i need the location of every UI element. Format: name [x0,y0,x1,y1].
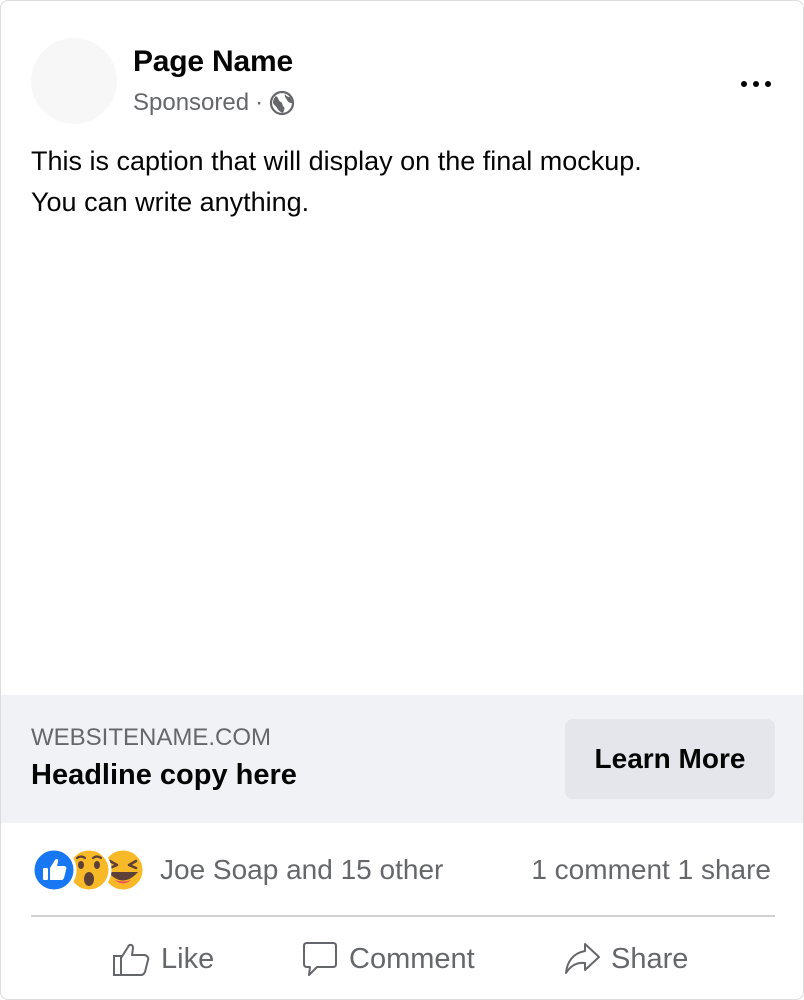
post-caption: This is caption that will display on the… [31,141,771,223]
share-button[interactable]: Share [563,933,688,985]
reaction-summary[interactable]: Joe Soap and 15 other [160,854,443,886]
caption-line-1: This is caption that will display on the… [31,146,642,176]
share-label: Share [611,942,689,975]
sponsored-label[interactable]: Sponsored [133,89,249,117]
caption-line-2: You can write anything. [31,187,310,217]
comment-label: Comment [349,942,475,975]
ellipsis-icon [741,81,771,87]
ad-post-card: Page Name Sponsored · This is caption th… [0,0,804,1000]
thumbs-up-icon [113,943,150,976]
like-button[interactable]: Like [111,933,214,985]
comment-icon [303,942,337,976]
action-divider [31,915,775,917]
website-domain: WEBSITENAME.COM [31,724,272,751]
comment-share-counts[interactable]: 1 comment 1 share [531,854,771,886]
reaction-icons[interactable] [31,847,147,893]
more-options-button[interactable] [739,67,773,101]
ad-headline: Headline copy here [31,759,297,791]
like-label: Like [161,942,215,975]
like-reaction-icon [31,847,77,893]
comment-button[interactable]: Comment [301,933,475,985]
globe-icon [269,90,295,116]
ad-media-area[interactable] [1,244,803,695]
page-name[interactable]: Page Name [133,45,293,79]
meta-separator: · [255,89,264,116]
page-avatar[interactable] [31,38,117,124]
share-arrow-icon [565,943,600,974]
learn-more-button[interactable]: Learn More [565,719,775,799]
post-meta: Sponsored · [133,89,295,117]
